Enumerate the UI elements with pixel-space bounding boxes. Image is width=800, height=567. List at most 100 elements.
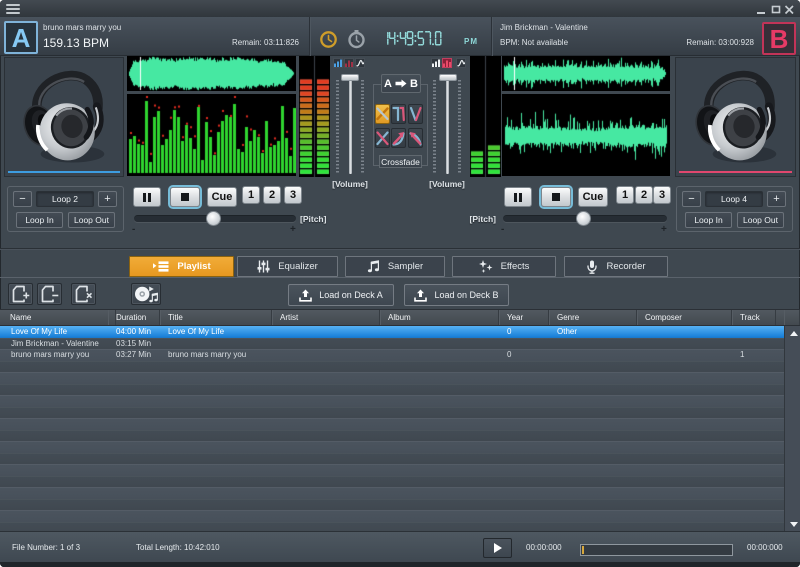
- column-header-year[interactable]: Year: [499, 310, 549, 325]
- deck-a-volume-slider[interactable]: [341, 74, 359, 81]
- playlist-empty-row[interactable]: [0, 476, 784, 488]
- clock-icon[interactable]: [319, 30, 338, 49]
- deck-b-pitch-knob[interactable]: [576, 211, 591, 226]
- stop-icon: [181, 193, 189, 201]
- crossfade-curve-2-button[interactable]: [391, 104, 406, 124]
- scroll-down-button[interactable]: [786, 518, 800, 530]
- menu-icon[interactable]: [6, 4, 20, 14]
- playlist-empty-row[interactable]: [0, 487, 784, 499]
- deck-a-hotcue-1-button[interactable]: 1: [242, 186, 260, 204]
- playlist-empty-row[interactable]: [0, 418, 784, 430]
- playlist-empty-row[interactable]: [0, 464, 784, 476]
- deck-b-waveform-view-button[interactable]: [431, 58, 441, 68]
- crossfade-curve-4-button[interactable]: [375, 128, 390, 148]
- media-library-button[interactable]: [131, 283, 161, 305]
- playlist-row-3[interactable]: bruno mars marry you03:27 Minbruno mars …: [0, 349, 784, 361]
- deck-a-pause-button[interactable]: [133, 187, 161, 207]
- deck-a-hotcue-2-button[interactable]: 2: [263, 186, 281, 204]
- title-bar[interactable]: [0, 0, 800, 17]
- deck-a-loop-in-button[interactable]: Loop In: [16, 212, 63, 228]
- crossfade-curve-3-button[interactable]: [408, 104, 423, 124]
- playlist-empty-row[interactable]: [0, 361, 784, 373]
- column-header-name[interactable]: Name: [0, 310, 116, 325]
- deck-a-pitch-knob[interactable]: [206, 211, 221, 226]
- deck-a-waveform[interactable]: [127, 56, 296, 91]
- deck-b-volume-slider[interactable]: [439, 74, 457, 81]
- deck-a-scope-view-button[interactable]: [355, 58, 365, 68]
- load-on-deck-a-button[interactable]: Load on Deck A: [288, 284, 394, 306]
- playlist-empty-row[interactable]: [0, 384, 784, 396]
- stopwatch-icon[interactable]: [347, 29, 366, 49]
- deck-a-waveform-view-button[interactable]: [333, 58, 343, 68]
- clear-playlist-button[interactable]: [71, 283, 96, 305]
- cell-name: bruno mars marry you: [0, 349, 116, 361]
- window-controls[interactable]: [755, 3, 797, 15]
- crossfade-curve-5-button[interactable]: [391, 128, 406, 148]
- playlist-empty-row[interactable]: [0, 430, 784, 442]
- arrow-down-icon: [790, 522, 798, 527]
- deck-a-spectrum-view-button[interactable]: [344, 58, 354, 68]
- remove-file-button[interactable]: [37, 283, 62, 305]
- tab-recorder[interactable]: Recorder: [564, 256, 668, 277]
- fade-a-to-b-button[interactable]: A B: [381, 74, 421, 93]
- tab-sampler[interactable]: Sampler: [345, 256, 445, 277]
- deck-b-loop-in-button[interactable]: Loop In: [685, 212, 732, 228]
- playlist-scrollbar[interactable]: [784, 326, 800, 531]
- close-icon[interactable]: [786, 6, 794, 14]
- deck-a-loop-out-button[interactable]: Loop Out: [68, 212, 115, 228]
- playlist-empty-row[interactable]: [0, 499, 784, 511]
- deck-b-loop-out-button[interactable]: Loop Out: [737, 212, 784, 228]
- deck-b-stop-button[interactable]: [541, 187, 571, 207]
- deck-a-loop-plus-button[interactable]: +: [98, 191, 117, 207]
- column-header-title[interactable]: Title: [160, 310, 272, 325]
- deck-b-spectrum-view-button[interactable]: [442, 58, 452, 68]
- column-header-track[interactable]: Track: [732, 310, 776, 325]
- crossfade-curve-6-button[interactable]: [408, 128, 423, 148]
- preview-play-button[interactable]: [483, 538, 512, 558]
- deck-b-loop-minus-button[interactable]: −: [682, 191, 701, 207]
- deck-a-badge: A: [4, 21, 38, 54]
- playlist-icon: [152, 261, 169, 272]
- playlist-empty-row[interactable]: [0, 522, 784, 532]
- deck-b-loop-plus-button[interactable]: +: [767, 191, 786, 207]
- deck-b-cue-button[interactable]: Cue: [578, 187, 608, 207]
- column-header-album[interactable]: Album: [380, 310, 499, 325]
- column-header-genre[interactable]: Genre: [549, 310, 637, 325]
- column-header-artist[interactable]: Artist: [272, 310, 380, 325]
- crossfade-label: Crossfade: [379, 155, 422, 168]
- column-header-composer[interactable]: Composer: [637, 310, 732, 325]
- deck-b-pause-button[interactable]: [504, 187, 532, 207]
- deck-b-scope-view-button[interactable]: [456, 58, 466, 68]
- progress-cursor: [582, 546, 584, 554]
- deck-a-cue-button[interactable]: Cue: [207, 187, 237, 207]
- add-files-button[interactable]: [8, 283, 33, 305]
- deck-b-hotcue-1-button[interactable]: 1: [616, 186, 634, 204]
- crossfade-curve-1-button[interactable]: [375, 104, 390, 124]
- load-on-deck-b-button[interactable]: Load on Deck B: [404, 284, 509, 306]
- volume-ticks: [458, 80, 461, 173]
- playlist-row-1[interactable]: Love Of My Life04:00 MinLove Of My Life0…: [0, 326, 784, 338]
- cell-name: Jim Brickman - Valentine: [0, 338, 116, 350]
- preview-progress-bar[interactable]: [580, 544, 733, 556]
- divider: [0, 249, 800, 250]
- deck-a-loop-minus-button[interactable]: −: [13, 191, 32, 207]
- minimize-icon[interactable]: [757, 12, 765, 14]
- scroll-up-button[interactable]: [786, 327, 800, 339]
- playlist-empty-row[interactable]: [0, 407, 784, 419]
- maximize-icon[interactable]: [773, 7, 780, 13]
- playlist-empty-row[interactable]: [0, 395, 784, 407]
- deck-a-stop-button[interactable]: [170, 187, 200, 207]
- deck-b-hotcue-3-button[interactable]: 3: [653, 186, 671, 204]
- playlist-empty-row[interactable]: [0, 441, 784, 453]
- playlist-row-2[interactable]: Jim Brickman - Valentine03:15 Min: [0, 338, 784, 350]
- playlist-empty-row[interactable]: [0, 372, 784, 384]
- tab-equalizer[interactable]: Equalizer: [237, 256, 338, 277]
- deck-a-hotcue-3-button[interactable]: 3: [284, 186, 302, 204]
- playlist-empty-row[interactable]: [0, 510, 784, 522]
- playlist-empty-row[interactable]: [0, 453, 784, 465]
- column-header-duration[interactable]: Duration: [108, 310, 160, 325]
- tab-effects[interactable]: Effects: [452, 256, 556, 277]
- deck-b-waveform[interactable]: [502, 56, 670, 91]
- deck-b-hotcue-2-button[interactable]: 2: [635, 186, 653, 204]
- tab-playlist[interactable]: Playlist: [129, 256, 234, 277]
